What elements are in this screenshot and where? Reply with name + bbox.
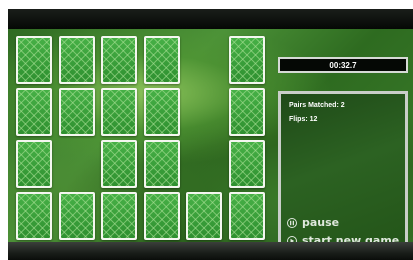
memory-card[interactable] xyxy=(228,192,265,240)
top-bar xyxy=(8,9,413,29)
memory-card[interactable] xyxy=(186,192,222,240)
memory-card[interactable] xyxy=(58,192,95,240)
memory-card[interactable] xyxy=(228,88,265,136)
pause-circle-icon xyxy=(287,217,297,228)
memory-card[interactable] xyxy=(228,140,265,188)
memory-card[interactable] xyxy=(228,36,265,84)
memory-card[interactable] xyxy=(101,192,137,240)
timer-value: 00:32.7 xyxy=(329,60,357,70)
memory-card[interactable] xyxy=(16,192,52,240)
memory-card[interactable] xyxy=(58,88,95,136)
memory-card[interactable] xyxy=(143,36,180,84)
memory-card[interactable] xyxy=(101,140,137,188)
memory-card[interactable] xyxy=(101,36,137,84)
memory-card[interactable] xyxy=(101,88,137,136)
memory-card[interactable] xyxy=(58,36,95,84)
memory-card[interactable] xyxy=(16,36,52,84)
memory-card[interactable] xyxy=(143,88,180,136)
memory-card[interactable] xyxy=(16,88,52,136)
game-board: 00:32.7 Pairs Matched: 2 Flips: 12 pause… xyxy=(8,29,413,257)
pairs-matched-text: Pairs Matched: 2 xyxy=(289,102,345,109)
timer-display: 00:32.7 xyxy=(278,57,408,73)
memory-card[interactable] xyxy=(16,140,52,188)
pause-button[interactable]: pause xyxy=(287,216,339,229)
game-window: 00:32.7 Pairs Matched: 2 Flips: 12 pause… xyxy=(8,9,413,260)
bottom-bar xyxy=(8,242,413,260)
pause-label: pause xyxy=(302,216,340,229)
memory-card[interactable] xyxy=(143,192,180,240)
info-panel: Pairs Matched: 2 Flips: 12 pause start n… xyxy=(278,91,408,257)
flips-text: Flips: 12 xyxy=(289,116,318,123)
memory-card[interactable] xyxy=(143,140,180,188)
